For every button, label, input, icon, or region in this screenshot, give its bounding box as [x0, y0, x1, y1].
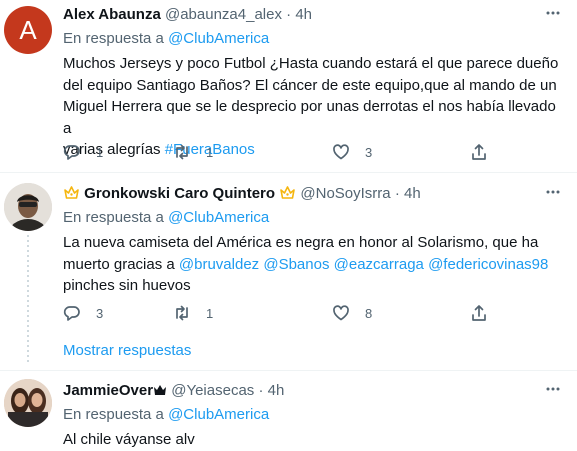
retweet-button[interactable]: 1	[173, 303, 213, 323]
reply-to-link[interactable]: @ClubAmerica	[168, 209, 269, 226]
tweet-text: Al chile váyanse alv	[63, 431, 195, 448]
reply-context: En respuesta a @ClubAmerica	[63, 405, 563, 425]
reply-button[interactable]: 3	[63, 303, 103, 323]
separator-dot: ·	[258, 382, 264, 399]
mention-link[interactable]: @federicovinas98	[428, 256, 548, 273]
mention-link[interactable]: @eazcarraga	[334, 256, 424, 273]
tweet-text-line: del equipo Santiago Baños? El cáncer de …	[63, 76, 557, 94]
crown-icon	[153, 382, 167, 404]
retweet-icon	[176, 305, 188, 321]
author-name[interactable]: Alex Abaunza	[63, 6, 161, 23]
author-handle[interactable]: @Yeiasecas	[171, 382, 254, 399]
timestamp[interactable]: 4h	[268, 382, 285, 399]
reply-context: En respuesta a @ClubAmerica	[63, 29, 563, 49]
like-icon	[333, 144, 349, 160]
like-count: 3	[365, 144, 373, 160]
author-name[interactable]: Gronkowski Caro Quintero	[84, 185, 275, 202]
more-icon[interactable]	[543, 380, 563, 405]
avatar-letter: A	[19, 15, 37, 45]
tweet-text-line: La nueva camiseta del América es negra e…	[63, 234, 539, 251]
like-button[interactable]: 8	[332, 303, 372, 323]
reply-prefix: En respuesta a	[63, 209, 164, 226]
timestamp[interactable]: 4h	[404, 185, 421, 202]
tweet-text-fragment: muerto gracias a	[63, 255, 179, 273]
tweet-actions: 1 1 3	[63, 142, 533, 162]
reply-count: 3	[96, 305, 104, 321]
mention-link[interactable]: @Sbanos	[263, 256, 329, 273]
reply-prefix: En respuesta a	[63, 406, 164, 423]
retweet-count: 1	[206, 305, 214, 321]
reply-to-link[interactable]: @ClubAmerica	[168, 406, 269, 423]
retweet-count: 1	[206, 144, 214, 160]
reply-prefix: En respuesta a	[63, 30, 164, 47]
more-icon[interactable]	[543, 183, 563, 208]
retweet-icon	[176, 144, 188, 160]
avatar-photo	[4, 183, 52, 231]
reply-icon	[63, 145, 80, 160]
tweet-text: La nueva camiseta del América es negra e…	[63, 232, 563, 297]
reply-context: En respuesta a @ClubAmerica	[63, 208, 563, 228]
retweet-button[interactable]: 1	[173, 142, 213, 162]
tweet-jammieover[interactable]: JammieOver @Yeiasecas · 4h En respuesta …	[0, 371, 577, 448]
tweet-alex-abaunza[interactable]: A Alex Abaunza @abaunza4_alex · 4h En re…	[0, 0, 577, 168]
like-count: 8	[365, 305, 373, 321]
tweet-actions: 3 1 8	[63, 303, 533, 323]
more-icon[interactable]	[543, 4, 563, 29]
share-button[interactable]	[470, 142, 488, 162]
reply-icon	[63, 306, 80, 321]
share-icon	[472, 144, 486, 160]
reply-to-link[interactable]: @ClubAmerica	[168, 30, 269, 47]
share-icon	[472, 305, 486, 321]
author-handle[interactable]: @abaunza4_alex	[165, 6, 282, 23]
mention-link[interactable]: @bruvaldez	[179, 256, 259, 273]
tweet-gronkowski[interactable]: Gronkowski Caro Quintero @NoSoyIsrra · 4…	[0, 173, 577, 369]
timestamp[interactable]: 4h	[295, 6, 312, 23]
author-handle[interactable]: @NoSoyIsrra	[300, 185, 390, 202]
avatar[interactable]: A	[4, 6, 52, 54]
tweet-text-line: Muchos Jerseys y poco Futbol ¿Hasta cuan…	[63, 55, 559, 72]
tweet-text-line: Miguel Herrera que se le desprecio por u…	[63, 98, 556, 137]
avatar[interactable]	[4, 183, 52, 231]
tweet-text-line: pinches sin huevos	[63, 277, 191, 294]
like-button[interactable]: 3	[332, 142, 372, 162]
reply-button[interactable]: 1	[63, 142, 103, 162]
reply-count: 1	[96, 144, 104, 160]
separator-dot: ·	[286, 6, 292, 23]
avatar-photo	[4, 379, 52, 427]
crown-icon	[279, 185, 296, 207]
author-name[interactable]: JammieOver	[63, 382, 153, 399]
thread-connector	[27, 235, 29, 363]
crown-icon	[63, 185, 80, 207]
like-icon	[333, 305, 349, 321]
separator-dot: ·	[394, 185, 400, 202]
avatar[interactable]	[4, 379, 52, 427]
show-replies-link[interactable]: Mostrar respuestas	[63, 342, 191, 359]
share-button[interactable]	[470, 303, 488, 323]
tweet-text-line: muerto gracias a @bruvaldez @Sbanos @eaz…	[63, 254, 563, 276]
